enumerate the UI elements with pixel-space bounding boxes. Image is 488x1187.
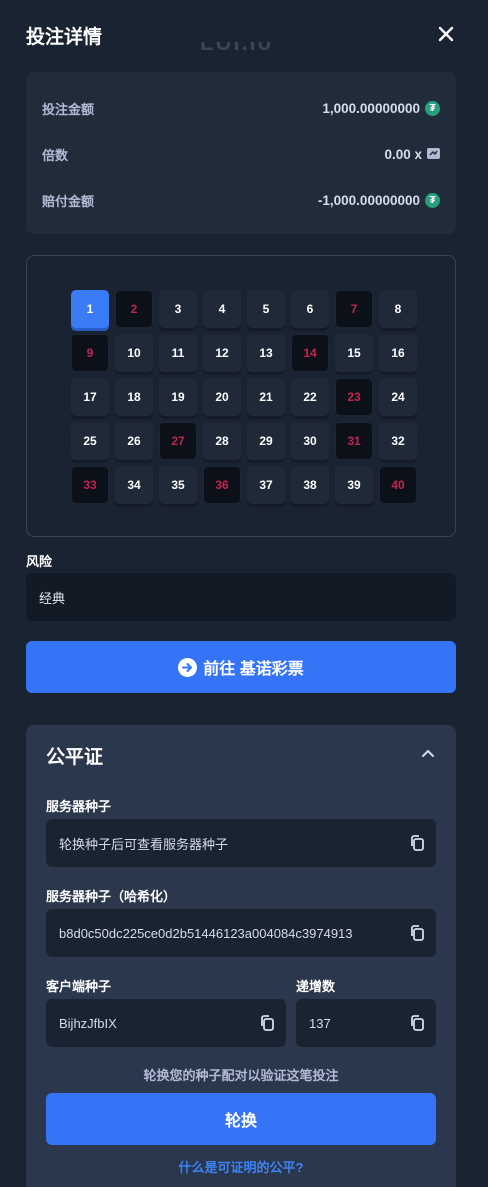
server-seed-field[interactable]: 轮换种子后可查看服务器种子	[46, 819, 436, 867]
tether-icon: ₮	[425, 192, 440, 208]
keno-tile-23[interactable]: 23	[335, 378, 373, 416]
arrow-right-circle-icon	[178, 657, 198, 677]
keno-tile-4[interactable]: 4	[203, 290, 241, 328]
copy-icon[interactable]	[398, 999, 436, 1047]
modal-header: 投注详情 LUI.io	[0, 0, 488, 70]
client-seed-field[interactable]: BijhzJfbIX	[46, 999, 286, 1047]
keno-tile-11[interactable]: 11	[159, 334, 197, 372]
keno-tile-25[interactable]: 25	[71, 422, 109, 460]
multiplier-icon	[427, 147, 440, 162]
close-icon[interactable]	[436, 24, 456, 44]
nonce-value: 137	[309, 1015, 331, 1031]
tether-icon: ₮	[425, 100, 440, 116]
bet-amount-label: 投注金额	[42, 101, 95, 117]
keno-tile-36[interactable]: 36	[203, 466, 241, 504]
payout-value: -1,000.00000000 ₮	[317, 192, 440, 208]
server-seed-hashed-label: 服务器种子（哈希化）	[46, 889, 177, 904]
keno-tile-35[interactable]: 35	[159, 466, 197, 504]
logo: LUI.io	[200, 42, 274, 55]
keno-tile-9[interactable]: 9	[71, 334, 109, 372]
client-seed-label: 客户端种子	[46, 979, 112, 994]
payout-label: 赔付金额	[42, 193, 95, 209]
keno-tile-20[interactable]: 20	[203, 378, 241, 416]
server-seed-hashed-value: b8d0c50dc225ce0d2b51446123a004084c397491…	[59, 925, 353, 941]
risk-select[interactable]: 经典	[26, 573, 456, 621]
bet-amount-text: 1,000.00000000	[322, 100, 420, 116]
keno-tile-37[interactable]: 37	[247, 466, 285, 504]
keno-tile-12[interactable]: 12	[203, 334, 241, 372]
multiplier-text: 0.00 x	[384, 146, 422, 162]
goto-keno-button[interactable]: 前往 基诺彩票	[26, 641, 456, 693]
server-seed-hashed-field[interactable]: b8d0c50dc225ce0d2b51446123a004084c397491…	[46, 909, 436, 957]
keno-tile-1[interactable]: 1	[71, 290, 109, 328]
keno-tile-21[interactable]: 21	[247, 378, 285, 416]
nonce-label: 递增数	[296, 979, 336, 994]
keno-tile-28[interactable]: 28	[203, 422, 241, 460]
provably-fair-title: 公平证	[46, 747, 104, 768]
provably-fair-card: 公平证 服务器种子 轮换种子后可查看服务器种子 服务器种子（哈希化） b8d0c…	[26, 725, 456, 1187]
keno-tile-33[interactable]: 33	[71, 466, 109, 504]
keno-tile-27[interactable]: 27	[159, 422, 197, 460]
keno-tile-13[interactable]: 13	[247, 334, 285, 372]
multiplier-row: 倍数 0.00 x	[42, 142, 440, 166]
bet-amount-value: 1,000.00000000 ₮	[322, 100, 440, 116]
keno-tile-10[interactable]: 10	[115, 334, 153, 372]
keno-tile-19[interactable]: 19	[159, 378, 197, 416]
copy-icon[interactable]	[398, 819, 436, 867]
bet-info-card: 投注金额 1,000.00000000 ₮ 倍数 0.00 x 赔付金额 -1,…	[26, 72, 456, 234]
keno-tile-32[interactable]: 32	[379, 422, 417, 460]
risk-label: 风险	[26, 554, 53, 569]
copy-icon[interactable]	[248, 999, 286, 1047]
keno-tile-18[interactable]: 18	[115, 378, 153, 416]
keno-tile-29[interactable]: 29	[247, 422, 285, 460]
page-title: 投注详情	[26, 27, 103, 48]
copy-icon[interactable]	[398, 909, 436, 957]
keno-board: 1 2 3 4 5 6 7 8 9 10 11 12 13 14 15 16 17 18 19 20 21 22 23 24 2…	[26, 255, 456, 537]
keno-tile-7[interactable]: 7	[335, 290, 373, 328]
rotate-hint: 轮换您的种子配对以验证这笔投注	[143, 1068, 339, 1083]
keno-tile-8[interactable]: 8	[379, 290, 417, 328]
keno-tile-40[interactable]: 40	[379, 466, 417, 504]
bet-amount-row: 投注金额 1,000.00000000 ₮	[42, 96, 440, 120]
keno-tile-31[interactable]: 31	[335, 422, 373, 460]
multiplier-label: 倍数	[42, 147, 69, 163]
provably-fair-link[interactable]: 什么是可证明的公平?	[26, 1157, 456, 1176]
chevron-up-icon[interactable]	[420, 745, 436, 761]
rotate-seed-button[interactable]: 轮换	[46, 1093, 436, 1145]
keno-tile-3[interactable]: 3	[159, 290, 197, 328]
keno-tile-14[interactable]: 14	[291, 334, 329, 372]
keno-grid: 1 2 3 4 5 6 7 8 9 10 11 12 13 14 15 16 17 18 19 20 21 22 23 24 2…	[71, 290, 421, 504]
keno-tile-22[interactable]: 22	[291, 378, 329, 416]
client-seed-value: BijhzJfbIX	[59, 1015, 117, 1031]
keno-tile-24[interactable]: 24	[379, 378, 417, 416]
payout-text: -1,000.00000000	[317, 192, 420, 208]
keno-tile-26[interactable]: 26	[115, 422, 153, 460]
server-seed-value: 轮换种子后可查看服务器种子	[59, 836, 229, 852]
keno-tile-6[interactable]: 6	[291, 290, 329, 328]
nonce-field[interactable]: 137	[296, 999, 436, 1047]
keno-tile-39[interactable]: 39	[335, 466, 373, 504]
goto-keno-label: 前往 基诺彩票	[203, 661, 304, 678]
keno-tile-17[interactable]: 17	[71, 378, 109, 416]
keno-tile-30[interactable]: 30	[291, 422, 329, 460]
keno-tile-15[interactable]: 15	[335, 334, 373, 372]
keno-tile-38[interactable]: 38	[291, 466, 329, 504]
keno-tile-34[interactable]: 34	[115, 466, 153, 504]
keno-tile-5[interactable]: 5	[247, 290, 285, 328]
keno-tile-2[interactable]: 2	[115, 290, 153, 328]
server-seed-label: 服务器种子	[46, 799, 112, 814]
payout-row: 赔付金额 -1,000.00000000 ₮	[42, 188, 440, 212]
keno-tile-16[interactable]: 16	[379, 334, 417, 372]
multiplier-value: 0.00 x	[384, 147, 440, 162]
